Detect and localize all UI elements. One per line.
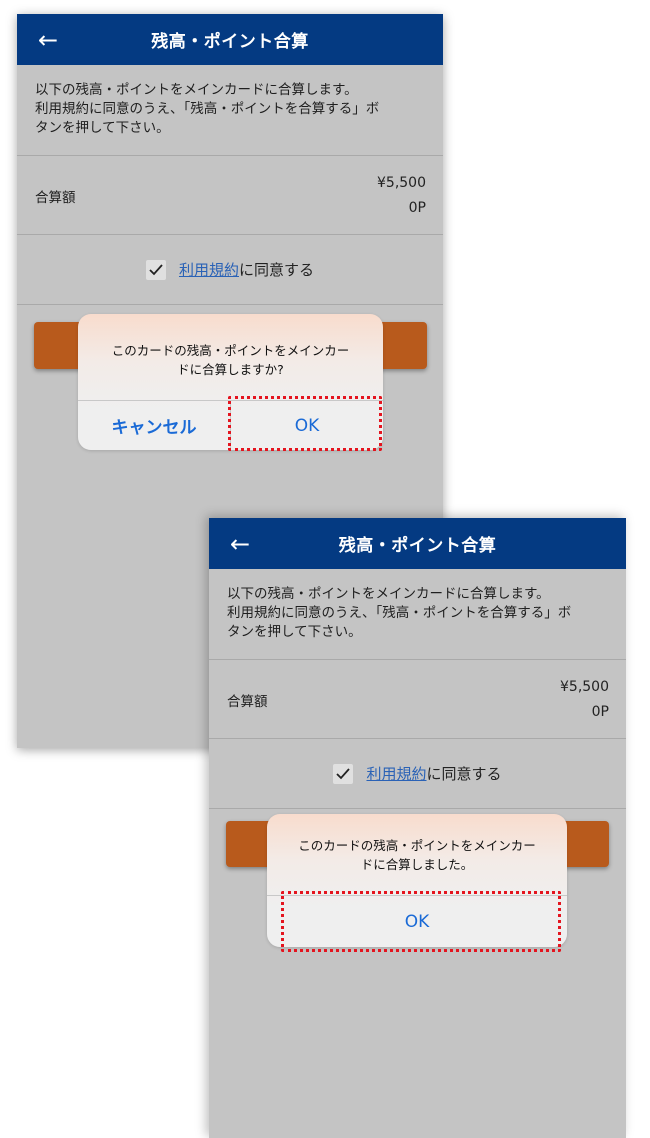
intro-text: 以下の残高・ポイントをメインカードに合算します。 利用規約に同意のうえ、「残高・…: [17, 65, 443, 156]
terms-agreement-row: 利用規約 に同意する: [209, 739, 626, 809]
terms-agreement-row: 利用規約 に同意する: [17, 235, 443, 305]
checkmark-icon: [149, 263, 163, 275]
amount-yen-value: ¥5,500: [560, 679, 609, 695]
dialog-message: このカードの残高・ポイントをメインカー ドに合算しますか?: [78, 341, 383, 379]
intro-line: タンを押して下さい。: [35, 120, 170, 136]
page-title: 残高・ポイント合算: [338, 536, 497, 556]
ok-button[interactable]: OK: [231, 401, 383, 450]
screen-complete: ← 残高・ポイント合算 以下の残高・ポイントをメインカードに合算します。 利用規…: [209, 518, 626, 1138]
amount-label: 合算額: [227, 694, 268, 710]
app-header: ← 残高・ポイント合算: [17, 14, 443, 65]
amount-points-value: 0P: [408, 200, 426, 216]
amount-label: 合算額: [35, 190, 76, 206]
amount-row: 合算額 ¥5,500 0P: [209, 660, 626, 739]
dialog-message-line: このカードの残高・ポイントをメインカー: [298, 838, 536, 853]
amount-yen-value: ¥5,500: [377, 175, 426, 191]
back-arrow-icon[interactable]: ←: [223, 518, 257, 569]
intro-line: 利用規約に同意のうえ、「残高・ポイントを合算する」ボ: [35, 101, 380, 117]
agree-label: に同意する: [239, 261, 315, 279]
page-title: 残高・ポイント合算: [151, 32, 309, 52]
back-arrow-icon[interactable]: ←: [31, 14, 65, 65]
intro-text: 以下の残高・ポイントをメインカードに合算します。 利用規約に同意のうえ、「残高・…: [209, 569, 626, 660]
amount-points-value: 0P: [591, 704, 609, 720]
complete-dialog: このカードの残高・ポイントをメインカー ドに合算しました。 OK: [267, 814, 567, 947]
amount-row: 合算額 ¥5,500 0P: [17, 156, 443, 235]
dialog-message-line: ドに合算しました。: [360, 857, 474, 872]
agree-checkbox[interactable]: [333, 763, 354, 784]
confirm-dialog: このカードの残高・ポイントをメインカー ドに合算しますか? キャンセル OK: [78, 314, 383, 450]
dialog-message-line: このカードの残高・ポイントをメインカー: [111, 343, 350, 358]
dialog-message-line: ドに合算しますか?: [177, 362, 284, 377]
ok-button[interactable]: OK: [267, 896, 567, 947]
agree-checkbox[interactable]: [145, 259, 166, 280]
intro-line: タンを押して下さい。: [227, 624, 362, 640]
intro-line: 以下の残高・ポイントをメインカードに合算します。: [227, 586, 550, 602]
app-header: ← 残高・ポイント合算: [209, 518, 626, 569]
cancel-button[interactable]: キャンセル: [78, 401, 230, 450]
agree-label: に同意する: [426, 765, 502, 783]
dialog-message: このカードの残高・ポイントをメインカー ドに合算しました。: [267, 836, 567, 874]
terms-link[interactable]: 利用規約: [366, 763, 426, 784]
terms-link[interactable]: 利用規約: [179, 259, 239, 280]
intro-line: 以下の残高・ポイントをメインカードに合算します。: [35, 82, 358, 98]
intro-line: 利用規約に同意のうえ、「残高・ポイントを合算する」ボ: [227, 605, 572, 621]
checkmark-icon: [336, 767, 351, 779]
